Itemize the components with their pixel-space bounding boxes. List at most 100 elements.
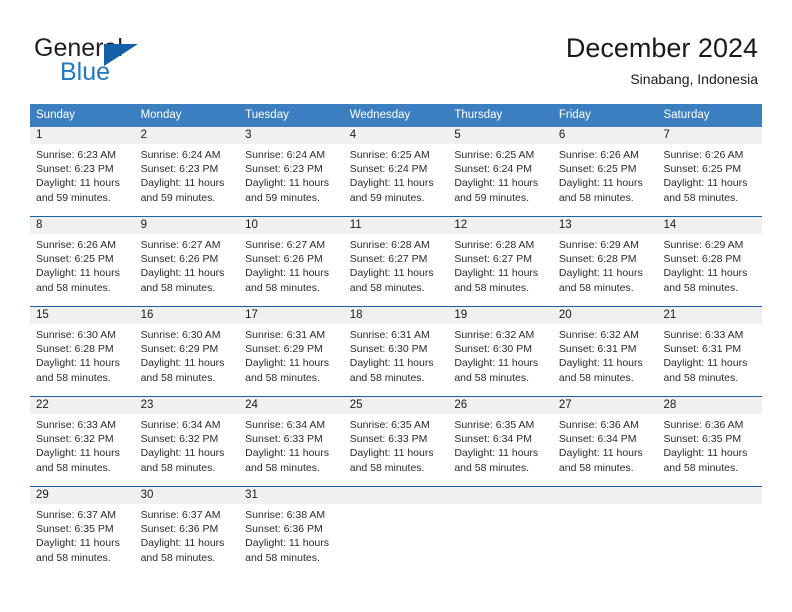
day-cell[interactable]: 1 Sunrise: 6:23 AM Sunset: 6:23 PM Dayli…	[30, 127, 135, 216]
day-cell[interactable]: 27 Sunrise: 6:36 AM Sunset: 6:34 PM Dayl…	[552, 397, 658, 486]
weekday-header-row: Sunday Monday Tuesday Wednesday Thursday…	[30, 104, 762, 127]
day-cell[interactable]: 30 Sunrise: 6:37 AM Sunset: 6:36 PM Dayl…	[134, 487, 240, 576]
daylight-text-line1: Daylight: 11 hours	[140, 177, 225, 190]
day-number: 10	[239, 217, 344, 234]
day-cell[interactable]: 6 Sunrise: 6:26 AM Sunset: 6:25 PM Dayli…	[552, 127, 658, 216]
day-cell[interactable]: 15 Sunrise: 6:30 AM Sunset: 6:28 PM Dayl…	[30, 307, 135, 396]
day-cell[interactable]: 26 Sunrise: 6:35 AM Sunset: 6:34 PM Dayl…	[448, 397, 553, 486]
sunrise-text: Sunrise: 6:25 AM	[454, 149, 535, 161]
day-cell[interactable]: 10 Sunrise: 6:27 AM Sunset: 6:26 PM Dayl…	[239, 217, 344, 306]
daylight-text-line2: and 58 minutes.	[349, 461, 425, 474]
day-number: 5	[448, 127, 553, 144]
day-cell[interactable]: 28 Sunrise: 6:36 AM Sunset: 6:35 PM Dayl…	[657, 397, 763, 486]
sunrise-text: Sunrise: 6:31 AM	[245, 329, 326, 341]
daylight-text-line1: Daylight: 11 hours	[558, 447, 643, 460]
sunrise-text: Sunrise: 6:27 AM	[140, 239, 221, 251]
day-number: 14	[657, 217, 763, 234]
day-cell[interactable]: 8 Sunrise: 6:26 AM Sunset: 6:25 PM Dayli…	[30, 217, 135, 306]
daylight-text-line1: Daylight: 11 hours	[36, 537, 120, 550]
day-cell[interactable]: 4 Sunrise: 6:25 AM Sunset: 6:24 PM Dayli…	[343, 127, 449, 216]
day-cell[interactable]: 7 Sunrise: 6:26 AM Sunset: 6:25 PM Dayli…	[657, 127, 763, 216]
sunset-text: Sunset: 6:27 PM	[454, 253, 532, 266]
daylight-text-line1: Daylight: 11 hours	[36, 357, 120, 370]
day-cell[interactable]: 22 Sunrise: 6:33 AM Sunset: 6:32 PM Dayl…	[30, 397, 135, 486]
day-details: Sunrise: 6:37 AM Sunset: 6:36 PM Dayligh…	[135, 504, 240, 565]
day-number: 31	[239, 487, 344, 504]
day-details: Sunrise: 6:35 AM Sunset: 6:33 PM Dayligh…	[344, 414, 449, 475]
day-details	[657, 504, 762, 508]
daylight-text-line2: and 58 minutes.	[36, 551, 111, 564]
day-cell[interactable]: 20 Sunrise: 6:32 AM Sunset: 6:31 PM Dayl…	[552, 307, 658, 396]
brand-name-blue: Blue	[60, 58, 111, 86]
daylight-text-line2: and 58 minutes.	[140, 371, 216, 384]
day-cell[interactable]: 24 Sunrise: 6:34 AM Sunset: 6:33 PM Dayl…	[239, 397, 344, 486]
day-cell[interactable]: 25 Sunrise: 6:35 AM Sunset: 6:33 PM Dayl…	[343, 397, 449, 486]
calendar-grid: Sunday Monday Tuesday Wednesday Thursday…	[30, 104, 763, 576]
sunrise-text: Sunrise: 6:32 AM	[558, 329, 639, 341]
sunset-text: Sunset: 6:34 PM	[454, 433, 532, 446]
day-number	[657, 487, 763, 504]
daylight-text-line2: and 58 minutes.	[36, 281, 111, 294]
sunrise-text: Sunrise: 6:32 AM	[454, 329, 535, 341]
week-row: 1 Sunrise: 6:23 AM Sunset: 6:23 PM Dayli…	[30, 127, 763, 216]
day-cell-empty	[552, 487, 658, 576]
day-details: Sunrise: 6:38 AM Sunset: 6:36 PM Dayligh…	[239, 504, 344, 565]
daylight-text-line2: and 58 minutes.	[349, 281, 425, 294]
sunrise-text: Sunrise: 6:28 AM	[454, 239, 535, 251]
daylight-text-line2: and 58 minutes.	[140, 281, 216, 294]
sunset-text: Sunset: 6:28 PM	[663, 253, 742, 266]
day-number: 17	[239, 307, 344, 324]
weekday-header-sunday: Sunday	[36, 109, 76, 121]
day-details: Sunrise: 6:26 AM Sunset: 6:25 PM Dayligh…	[30, 234, 135, 295]
sunset-text: Sunset: 6:29 PM	[245, 343, 323, 356]
week-row: 15 Sunrise: 6:30 AM Sunset: 6:28 PM Dayl…	[30, 306, 763, 396]
day-details: Sunrise: 6:33 AM Sunset: 6:32 PM Dayligh…	[30, 414, 135, 475]
day-details: Sunrise: 6:26 AM Sunset: 6:25 PM Dayligh…	[657, 144, 762, 205]
day-details: Sunrise: 6:36 AM Sunset: 6:34 PM Dayligh…	[553, 414, 658, 475]
day-cell[interactable]: 18 Sunrise: 6:31 AM Sunset: 6:30 PM Dayl…	[343, 307, 449, 396]
daylight-text-line1: Daylight: 11 hours	[558, 267, 643, 280]
sunset-text: Sunset: 6:32 PM	[140, 433, 219, 446]
day-details: Sunrise: 6:31 AM Sunset: 6:30 PM Dayligh…	[344, 324, 449, 385]
day-number: 28	[657, 397, 763, 414]
sunrise-text: Sunrise: 6:26 AM	[663, 149, 744, 161]
day-cell[interactable]: 16 Sunrise: 6:30 AM Sunset: 6:29 PM Dayl…	[134, 307, 240, 396]
day-details: Sunrise: 6:26 AM Sunset: 6:25 PM Dayligh…	[553, 144, 658, 205]
day-details: Sunrise: 6:32 AM Sunset: 6:30 PM Dayligh…	[448, 324, 553, 385]
day-cell[interactable]: 5 Sunrise: 6:25 AM Sunset: 6:24 PM Dayli…	[448, 127, 553, 216]
day-cell[interactable]: 31 Sunrise: 6:38 AM Sunset: 6:36 PM Dayl…	[239, 487, 344, 576]
sunrise-text: Sunrise: 6:27 AM	[245, 239, 326, 251]
day-cell[interactable]: 12 Sunrise: 6:28 AM Sunset: 6:27 PM Dayl…	[448, 217, 553, 306]
weekday-header-thursday: Thursday	[454, 109, 503, 121]
day-cell[interactable]: 17 Sunrise: 6:31 AM Sunset: 6:29 PM Dayl…	[239, 307, 344, 396]
day-cell-empty	[657, 487, 763, 576]
day-cell[interactable]: 9 Sunrise: 6:27 AM Sunset: 6:26 PM Dayli…	[134, 217, 240, 306]
daylight-text-line1: Daylight: 11 hours	[558, 177, 643, 190]
day-cell[interactable]: 2 Sunrise: 6:24 AM Sunset: 6:23 PM Dayli…	[134, 127, 240, 216]
day-cell[interactable]: 13 Sunrise: 6:29 AM Sunset: 6:28 PM Dayl…	[552, 217, 658, 306]
sunset-text: Sunset: 6:29 PM	[140, 343, 219, 356]
day-details: Sunrise: 6:28 AM Sunset: 6:27 PM Dayligh…	[448, 234, 553, 295]
page-header: General Blue December 2024 Sinabang, Ind…	[0, 0, 792, 104]
sunrise-text: Sunrise: 6:37 AM	[36, 509, 116, 521]
day-cell[interactable]: 14 Sunrise: 6:29 AM Sunset: 6:28 PM Dayl…	[657, 217, 763, 306]
sunset-text: Sunset: 6:35 PM	[663, 433, 742, 446]
day-cell[interactable]: 23 Sunrise: 6:34 AM Sunset: 6:32 PM Dayl…	[134, 397, 240, 486]
day-cell[interactable]: 11 Sunrise: 6:28 AM Sunset: 6:27 PM Dayl…	[343, 217, 449, 306]
day-cell[interactable]: 19 Sunrise: 6:32 AM Sunset: 6:30 PM Dayl…	[448, 307, 553, 396]
sunset-text: Sunset: 6:26 PM	[140, 253, 219, 266]
day-cell[interactable]: 29 Sunrise: 6:37 AM Sunset: 6:35 PM Dayl…	[30, 487, 135, 576]
sunset-text: Sunset: 6:30 PM	[349, 343, 428, 356]
day-cell[interactable]: 3 Sunrise: 6:24 AM Sunset: 6:23 PM Dayli…	[239, 127, 344, 216]
daylight-text-line2: and 58 minutes.	[454, 371, 530, 384]
sunset-text: Sunset: 6:31 PM	[558, 343, 637, 356]
day-details	[448, 504, 553, 508]
day-details: Sunrise: 6:24 AM Sunset: 6:23 PM Dayligh…	[239, 144, 344, 205]
daylight-text-line1: Daylight: 11 hours	[245, 357, 330, 370]
sunrise-text: Sunrise: 6:37 AM	[140, 509, 221, 521]
day-cell[interactable]: 21 Sunrise: 6:33 AM Sunset: 6:31 PM Dayl…	[657, 307, 763, 396]
general-blue-logo[interactable]: General Blue	[34, 36, 264, 92]
sunset-text: Sunset: 6:24 PM	[454, 163, 532, 176]
daylight-text-line2: and 58 minutes.	[663, 281, 739, 294]
day-details	[553, 504, 658, 508]
